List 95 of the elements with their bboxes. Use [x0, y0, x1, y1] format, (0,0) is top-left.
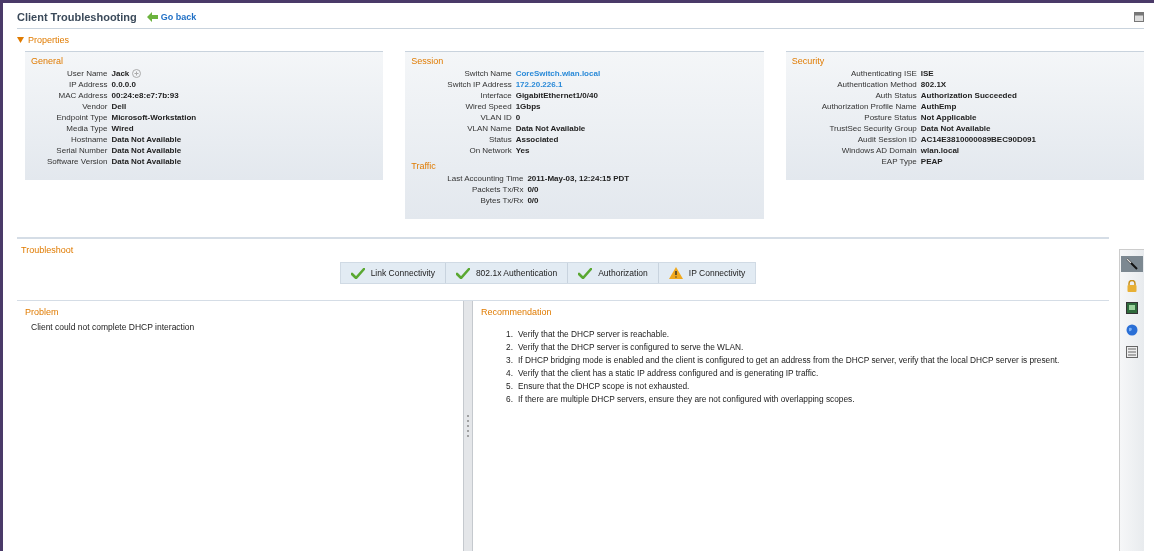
- field-label: Posture Status: [863, 113, 917, 122]
- field-label: Status: [487, 135, 512, 144]
- field-value: Not Applicable: [920, 113, 977, 122]
- item-number: 2.: [505, 342, 513, 352]
- item-number: 3.: [505, 355, 513, 365]
- splitter-handle[interactable]: [463, 301, 473, 551]
- field-label: Endpoint Type: [55, 113, 108, 122]
- field-value: Wired: [111, 124, 134, 133]
- field-label: Interface: [479, 91, 512, 100]
- status-step[interactable]: 802.1x Authentication: [445, 263, 569, 283]
- field-value: GigabitEthernet1/0/40: [515, 91, 598, 100]
- section-title: Troubleshoot: [21, 245, 75, 255]
- field-label: Packets Tx/Rx: [470, 185, 524, 194]
- field-value: AC14E3810000089BEC90D091: [920, 135, 1036, 144]
- check-icon: [578, 267, 593, 279]
- section-title: Traffic: [411, 161, 437, 171]
- field-value: ISE: [920, 69, 934, 78]
- item-number: 4.: [505, 368, 513, 378]
- field-value: Jack: [111, 69, 130, 78]
- warning-icon: [668, 267, 683, 279]
- field-value: 00:24:e8:e7:7b:93: [111, 91, 179, 100]
- item-number: 1.: [505, 329, 513, 339]
- field-value: 802.1X: [920, 80, 947, 89]
- field-label: Authenticating ISE: [850, 69, 917, 78]
- field-value: 0: [515, 113, 521, 122]
- section-title: Recommendation: [481, 307, 553, 317]
- recommendation-text: If DHCP bridging mode is enabled and the client is configured to get an address from the DHCP server, verify that the local DHCP server is present.: [518, 355, 1060, 365]
- recommendation-text: Verify that the DHCP server is reachable.: [518, 329, 670, 339]
- field-value: Data Not Available: [515, 124, 586, 133]
- status-step[interactable]: Link Connectivity: [340, 263, 446, 283]
- field-value: 0.0.0.0: [111, 80, 136, 89]
- field-value: Microsoft-Workstation: [111, 113, 197, 122]
- problem-text: Client could not complete DHCP interaction: [31, 322, 196, 332]
- field-label: On Network: [468, 146, 512, 155]
- field-label: Authorization Profile Name: [821, 102, 917, 111]
- field-value: Data Not Available: [920, 124, 991, 133]
- field-value: 0/0: [527, 185, 539, 194]
- field-value: wlan.local: [920, 146, 960, 155]
- field-value: Yes: [515, 146, 530, 155]
- recommendation-text: If there are multiple DHCP servers, ensure they are not configured with overlapping scopes.: [518, 394, 855, 404]
- check-icon: [455, 267, 470, 279]
- field-value: Data Not Available: [111, 146, 182, 155]
- field-label: User Name: [66, 69, 108, 78]
- field-label: Windows AD Domain: [840, 146, 917, 155]
- recommendation-text: Ensure that the DHCP scope is not exhausted.: [518, 381, 690, 391]
- field-label: Audit Session ID: [856, 135, 917, 144]
- recommendation-text: Verify that the client has a static IP address configured and is generating IP traffic.: [518, 368, 819, 378]
- field-value: 0/0: [527, 196, 539, 205]
- field-label: Serial Number: [55, 146, 108, 155]
- monitor-icon: [1126, 302, 1138, 314]
- item-number: 6.: [505, 394, 513, 404]
- field-value: PEAP: [920, 157, 943, 166]
- section-title: Security: [791, 56, 826, 66]
- field-value: Associated: [515, 135, 559, 144]
- globe-icon: [1126, 324, 1138, 336]
- wrench-icon: [1126, 258, 1138, 270]
- field-label: EAP Type: [880, 157, 917, 166]
- report-icon: [1126, 346, 1138, 358]
- field-label: Switch IP Address: [447, 80, 512, 89]
- lock-icon: [1126, 280, 1138, 292]
- field-label: VLAN ID: [479, 113, 512, 122]
- field-label: Bytes Tx/Rx: [479, 196, 524, 205]
- field-label: Hostname: [70, 135, 108, 144]
- field-value: Data Not Available: [111, 135, 182, 144]
- field-label: MAC Address: [57, 91, 108, 100]
- section-title: Problem: [25, 307, 60, 317]
- item-number: 5.: [505, 381, 513, 391]
- panel-icon[interactable]: [1134, 12, 1144, 22]
- field-value: 2011-May-03, 12:24:15 PDT: [527, 174, 630, 183]
- field-label: VLAN Name: [466, 124, 512, 133]
- expanded-triangle-icon: [17, 37, 24, 43]
- status-step[interactable]: IP Connectivity: [658, 263, 756, 283]
- recommendation-text: Verify that the DHCP server is configured to serve the WLAN.: [518, 342, 744, 352]
- check-icon: [350, 267, 365, 279]
- field-label: IP Address: [67, 80, 108, 89]
- field-label: Wired Speed: [464, 102, 512, 111]
- field-label: Switch Name: [463, 69, 512, 78]
- field-label: Software Version: [47, 157, 108, 166]
- back-arrow-icon: [146, 12, 158, 22]
- field-value: Dell: [111, 102, 127, 111]
- field-label: Last Accounting Time: [447, 174, 524, 183]
- section-title: Session: [411, 56, 445, 66]
- field-label: Auth Status: [874, 91, 917, 100]
- field-label: Media Type: [65, 124, 108, 133]
- field-value: AuthEmp: [920, 102, 957, 111]
- field-label: Authentication Method: [836, 80, 917, 89]
- go-back-link[interactable]: Go back: [146, 12, 197, 22]
- page-title: Client Troubleshooting: [17, 11, 137, 23]
- status-step[interactable]: Authorization: [568, 263, 659, 283]
- field-value: Authorization Succeeded: [920, 91, 1017, 100]
- section-title: General: [31, 56, 65, 66]
- field-label: TrustSec Security Group: [828, 124, 917, 133]
- field-value: 1Gbps: [515, 102, 541, 111]
- field-label: Vendor: [81, 102, 108, 111]
- field-value: Data Not Available: [111, 157, 182, 166]
